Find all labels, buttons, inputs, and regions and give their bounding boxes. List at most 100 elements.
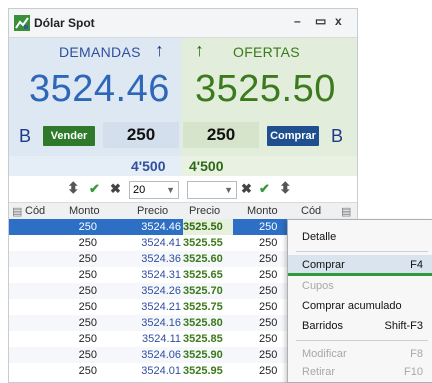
bid-amount: 250 [78,237,97,249]
context-menu: Detalle Comprar F4 Cupos Comprar acumula… [287,219,432,383]
column-menu-icon[interactable]: ▤ [12,205,22,218]
bid-amount: 250 [78,269,97,281]
menu-separator [296,340,428,341]
menu-item-label: Comprar [302,259,345,271]
maximize-button[interactable]: ▭ [315,14,326,28]
app-logo-icon [14,15,30,31]
offer-price: 3525.50 [183,219,233,235]
menu-item-shortcut: F10 [404,366,423,378]
minimize-button[interactable]: – [294,14,301,28]
demand-total: 4'500 [131,158,166,174]
offer-price: 3525.55 [183,237,223,249]
bid-amount: 250 [78,301,97,313]
offer-price: 3525.60 [183,253,223,265]
offer-up-arrow-icon: ↑ [195,40,204,60]
offer-amount: 250 [259,317,278,329]
bid-price: 3524.26 [141,285,181,297]
menu-item-label: Comprar acumulado [302,300,402,312]
menu-item-label: Retirar [302,366,336,378]
demand-label: DEMANDAS [59,44,141,60]
chevron-down-icon: ▼ [224,185,233,195]
demand-lot-select[interactable]: 20 ▼ [129,181,179,199]
menu-item-modificar[interactable]: Modificar F8 [288,344,432,364]
cross-icon[interactable]: ✖ [241,181,252,197]
book-column-headers: ▤ Cód Monto Precio Precio Monto Cód ▤ [9,202,357,220]
bid-amount: 250 [78,349,97,361]
offer-price: 3525.90 [183,349,223,361]
offer-amount: 250 [259,365,278,377]
offer-price: 3525.70 [183,285,223,297]
offer-amount: 250 [259,269,278,281]
offer-amount: 250 [259,253,278,265]
bid-amount: 250 [78,365,97,377]
menu-item-shortcut: Shift-F3 [384,320,423,332]
bid-amount: 250 [78,221,97,233]
title-bar[interactable]: Dólar Spot – ▭ x [9,9,357,38]
menu-separator [296,251,428,252]
sort-up-down-icon[interactable]: ⬍ [67,179,80,197]
offer-amount: 250 [259,349,278,361]
demand-side-label: B [19,126,32,146]
menu-item-label: Detalle [302,231,337,243]
col-monto-left[interactable]: Monto [69,205,100,217]
sell-button[interactable]: Vender [43,126,95,146]
col-precio-right[interactable]: Precio [189,205,220,217]
col-cod-right[interactable]: Cód [301,205,321,217]
offer-price: 3525.85 [183,333,223,345]
cross-icon[interactable]: ✖ [110,181,121,197]
demand-lot-value: 20 [133,184,146,196]
column-menu-icon[interactable]: ▤ [341,205,351,218]
col-monto-right[interactable]: Monto [247,205,278,217]
offer-price: 3525.95 [183,365,223,377]
bid-price: 3524.31 [141,269,181,281]
bid-price: 3524.06 [141,349,181,361]
best-offer-price: 3525.50 [195,68,336,110]
demand-quantity-input[interactable]: 250 [103,122,179,148]
bid-price: 3524.16 [141,317,181,329]
bid-amount: 250 [78,253,97,265]
offer-total-bar: 4'500 [181,156,357,176]
col-precio-left[interactable]: Precio [137,205,168,217]
demand-panel: DEMANDAS ↑ 3524.46 B Vender 250 [9,38,181,156]
offer-amount: 250 [259,221,278,233]
chevron-down-icon: ▼ [166,185,175,195]
menu-item-cupos[interactable]: Cupos [288,276,432,296]
buy-button[interactable]: Comprar [267,126,319,146]
offer-label: OFERTAS [233,44,300,60]
bid-price: 3524.46 [141,221,181,233]
offer-amount: 250 [259,333,278,345]
offer-amount: 250 [259,301,278,313]
sort-up-down-icon[interactable]: ⬍ [279,179,292,197]
bid-amount: 250 [78,317,97,329]
menu-item-shortcut: F8 [410,348,423,360]
check-icon[interactable]: ✔ [89,181,100,197]
offer-total: 4'500 [189,158,224,174]
col-cod-left[interactable]: Cód [25,205,45,217]
offer-price: 3525.65 [183,269,223,281]
offer-lot-select[interactable]: ▼ [187,181,237,199]
demand-up-arrow-icon: ↑ [155,40,164,60]
bid-amount: 250 [78,285,97,297]
offer-quantity-input[interactable]: 250 [183,122,259,148]
menu-item-barridos[interactable]: Barridos Shift-F3 [288,316,432,336]
bid-price: 3524.21 [141,301,181,313]
bid-amount: 250 [78,333,97,345]
menu-item-retirar[interactable]: Retirar F10 [288,362,432,382]
best-bid-price: 3524.46 [29,68,170,110]
menu-item-label: Cupos [302,280,334,292]
check-icon[interactable]: ✔ [259,181,270,197]
menu-item-shortcut: F4 [410,259,423,271]
offer-price: 3525.75 [183,301,223,313]
menu-item-comprar-acumulado[interactable]: Comprar acumulado [288,296,432,316]
order-controls: ⬍ ✔ ✖ 20 ▼ ▼ ✖ ✔ ⬍ [9,176,357,202]
offer-amount: 250 [259,237,278,249]
menu-item-comprar[interactable]: Comprar F4 [288,255,432,275]
offer-price: 3525.80 [183,317,223,329]
bid-price: 3524.01 [141,365,181,377]
menu-item-detalle[interactable]: Detalle [288,227,432,247]
window-title: Dólar Spot [34,16,95,30]
bid-price: 3524.11 [142,333,181,345]
bid-price: 3524.36 [141,253,181,265]
close-button[interactable]: x [335,14,342,28]
bid-price: 3524.41 [141,237,181,249]
